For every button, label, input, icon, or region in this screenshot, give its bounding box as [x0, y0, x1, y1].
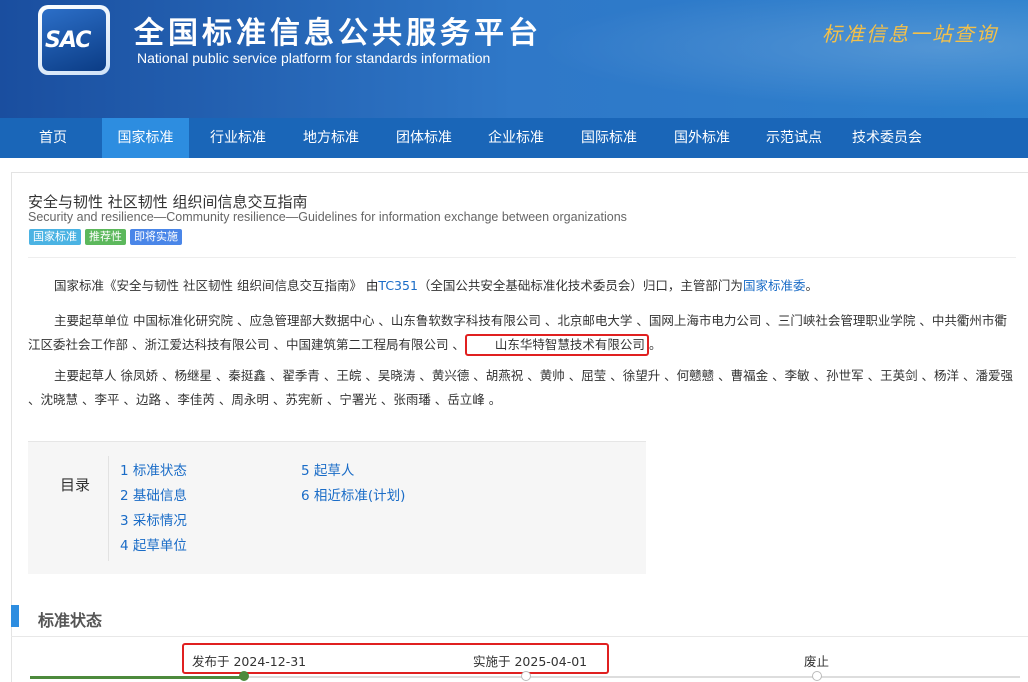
site-title-en: National public service platform for sta… [137, 50, 491, 66]
toc-item-adoption[interactable]: 3 采标情况 [120, 509, 187, 529]
nav-item-group[interactable]: 团体标准 [384, 118, 464, 158]
published-date: 发布于 2024-12-31 [192, 654, 307, 669]
nav-item-foreign[interactable]: 国外标准 [662, 118, 742, 158]
nav-item-demo[interactable]: 示范试点 [754, 118, 834, 158]
toc-separator [108, 456, 109, 561]
effective-date: 实施于 2025-04-01 [473, 654, 588, 669]
site-title-cn: 全国标准信息公共服务平台 [134, 16, 542, 51]
abolished-label: 废止 [804, 654, 830, 669]
divider [28, 257, 1016, 258]
drafters-paragraph: 主要起草人 徐凤娇 、杨继星 、秦挺鑫 、翟季青 、王皖 、吴晓涛 、黄兴德 、… [28, 368, 1014, 407]
intro-paragraph: 国家标准《安全与韧性 社区韧性 组织间信息交互指南》 由TC351（全国公共安全… [54, 278, 818, 293]
nav-item-home[interactable]: 首页 [20, 118, 86, 158]
site-slogan: 标准信息一站查询 [822, 22, 998, 46]
standard-detail-card [11, 172, 1028, 682]
section-divider [11, 636, 1028, 637]
nav-item-local[interactable]: 地方标准 [291, 118, 371, 158]
drafting-units-paragraph: 主要起草单位 中国标准化研究院 、应急管理部大数据中心 、山东鲁软数字科技有限公… [28, 309, 1018, 357]
toc-item-status[interactable]: 1 标准状态 [120, 459, 187, 479]
timeline-dot-effective [521, 671, 531, 681]
standard-title-cn: 安全与韧性 社区韧性 组织间信息交互指南 [28, 193, 308, 211]
standard-title-en: Security and resilience—Community resili… [28, 210, 627, 224]
nav-item-committee[interactable]: 技术委员会 [842, 118, 932, 158]
timeline-dot-published [239, 671, 249, 681]
nav-item-national[interactable]: 国家标准 [102, 118, 189, 158]
tc351-link[interactable]: TC351 [378, 278, 418, 293]
toc-item-drafters[interactable]: 5 起草人 [301, 459, 354, 479]
timeline-progress [30, 676, 244, 679]
toc-item-basic-info[interactable]: 2 基础信息 [120, 484, 187, 504]
main-nav: 首页 国家标准 行业标准 地方标准 团体标准 企业标准 国际标准 国外标准 示范… [0, 118, 1028, 158]
timeline-dot-abolished [812, 671, 822, 681]
logo-text: SAC [45, 28, 91, 53]
sac-logo[interactable]: SAC [38, 5, 110, 75]
highlighted-unit: 山东华特智慧技术有限公司 [464, 334, 649, 356]
tag-national-standard: 国家标准 [29, 229, 81, 245]
status-section-title: 标准状态 [38, 611, 103, 630]
site-header: SAC 全国标准信息公共服务平台 National public service… [0, 0, 1028, 118]
nav-item-enterprise[interactable]: 企业标准 [476, 118, 556, 158]
standard-tags: 国家标准 推荐性 即将实施 [29, 229, 182, 245]
toc-item-similar[interactable]: 6 相近标准(计划) [301, 484, 405, 504]
dept-link[interactable]: 国家标准委 [743, 278, 806, 293]
toc-label: 目录 [60, 476, 91, 494]
toc-item-drafting-units[interactable]: 4 起草单位 [120, 534, 187, 554]
nav-item-international[interactable]: 国际标准 [569, 118, 649, 158]
nav-item-industry[interactable]: 行业标准 [198, 118, 278, 158]
table-of-contents: 目录 1 标准状态 2 基础信息 3 采标情况 4 起草单位 5 起草人 6 相… [28, 441, 646, 574]
tag-recommended: 推荐性 [85, 229, 126, 245]
section-marker [11, 605, 19, 627]
tag-upcoming: 即将实施 [130, 229, 182, 245]
